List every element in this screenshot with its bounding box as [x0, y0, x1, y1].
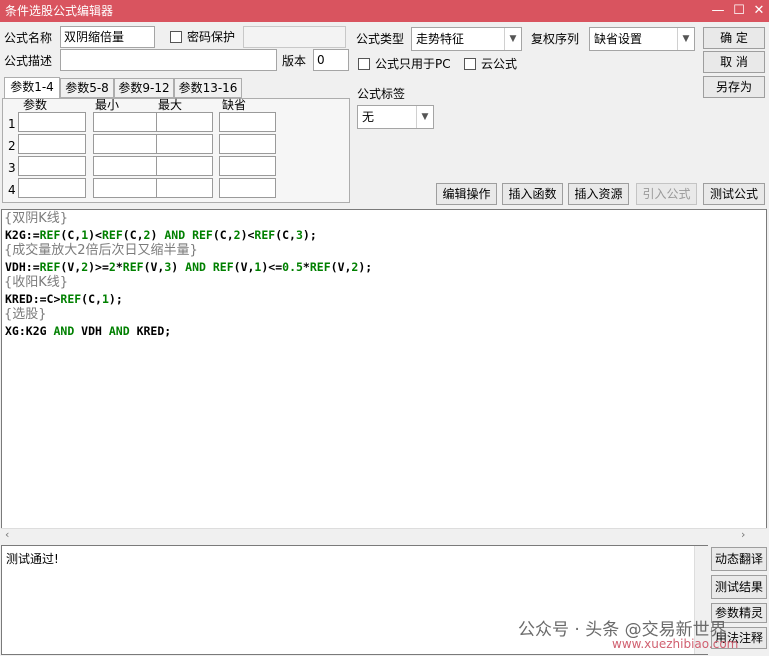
- ok-button[interactable]: 确 定: [703, 27, 765, 49]
- insert-function-button[interactable]: 插入函数: [502, 183, 563, 205]
- param-min-input[interactable]: [93, 156, 161, 176]
- code-comment: {成交量放大2倍后次日又缩半量}: [4, 243, 198, 258]
- scroll-left-icon[interactable]: ‹: [5, 528, 9, 541]
- param-max-input[interactable]: [156, 112, 213, 132]
- param-row-number: 1: [8, 117, 16, 131]
- tag-label: 公式标签: [357, 87, 406, 101]
- rights-label: 复权序列: [531, 32, 580, 46]
- code-comment: {收阳K线}: [4, 275, 69, 290]
- watermark-url: www.xuezhibiao.com: [612, 637, 739, 651]
- cancel-button[interactable]: 取 消: [703, 51, 765, 73]
- minimize-button[interactable]: —: [708, 0, 728, 22]
- window-title: 条件选股公式编辑器: [5, 4, 114, 18]
- formula-name-label: 公式名称: [4, 31, 53, 45]
- param-name-input[interactable]: [18, 134, 86, 154]
- param-default-input[interactable]: [219, 112, 276, 132]
- param-name-input[interactable]: [18, 178, 86, 198]
- param-row-number: 2: [8, 139, 16, 153]
- tab-params-13-16[interactable]: 参数13-16: [174, 78, 242, 98]
- param-min-input[interactable]: [93, 134, 161, 154]
- test-result-text: 测试通过!: [6, 552, 59, 566]
- tab-params-9-12[interactable]: 参数9-12: [114, 78, 174, 98]
- maximize-button[interactable]: ☐: [729, 0, 749, 22]
- formula-type-value: 走势特征: [416, 32, 465, 46]
- import-formula-button[interactable]: 引入公式: [636, 183, 697, 205]
- edit-operation-button[interactable]: 编辑操作: [436, 183, 497, 205]
- tab-params-1-4[interactable]: 参数1-4: [4, 77, 60, 99]
- formula-desc-input[interactable]: [60, 49, 277, 71]
- code-comment: {选股}: [4, 307, 47, 322]
- dynamic-translate-button[interactable]: 动态翻译: [711, 547, 767, 571]
- insert-resource-button[interactable]: 插入资源: [568, 183, 629, 205]
- code-line: VDH:=REF(V,2)>=2*REF(V,3) AND REF(V,1)<=…: [5, 260, 373, 274]
- param-default-input[interactable]: [219, 134, 276, 154]
- pc-only-label: 公式只用于PC: [375, 57, 451, 71]
- chevron-down-icon: ▼: [677, 28, 694, 50]
- formula-type-label: 公式类型: [356, 32, 405, 46]
- cloud-checkbox[interactable]: [464, 58, 476, 70]
- param-row-number: 4: [8, 183, 16, 197]
- chevron-down-icon: ▼: [416, 106, 433, 128]
- version-label: 版本: [282, 54, 307, 68]
- param-max-input[interactable]: [156, 134, 213, 154]
- code-comment: {双阴K线}: [4, 211, 69, 226]
- param-name-input[interactable]: [18, 156, 86, 176]
- version-input[interactable]: 0: [313, 49, 349, 71]
- save-as-button[interactable]: 另存为: [703, 76, 765, 98]
- pc-only-checkbox[interactable]: [358, 58, 370, 70]
- param-header-min: 最小: [95, 98, 120, 112]
- formula-type-select[interactable]: 走势特征 ▼: [411, 27, 522, 51]
- param-name-input[interactable]: [18, 112, 86, 132]
- horizontal-scrollbar[interactable]: ‹ ›: [1, 528, 767, 542]
- param-header-default: 缺省: [222, 98, 247, 112]
- formula-desc-label: 公式描述: [4, 54, 53, 68]
- test-formula-button[interactable]: 测试公式: [703, 183, 765, 205]
- scroll-right-icon[interactable]: ›: [741, 528, 745, 541]
- code-editor[interactable]: {双阴K线} K2G:=REF(C,1)<REF(C,2) AND REF(C,…: [1, 209, 767, 539]
- password-input[interactable]: [243, 26, 346, 48]
- param-max-input[interactable]: [156, 156, 213, 176]
- title-bar: 条件选股公式编辑器: [0, 0, 769, 22]
- test-result-button[interactable]: 测试结果: [711, 575, 767, 599]
- code-line: KRED:=C>REF(C,1);: [5, 292, 123, 306]
- tab-params-5-8[interactable]: 参数5-8: [60, 78, 114, 98]
- code-line: XG:K2G AND VDH AND KRED;: [5, 324, 172, 338]
- param-row-number: 3: [8, 161, 16, 175]
- param-max-input[interactable]: [156, 178, 213, 198]
- param-default-input[interactable]: [219, 156, 276, 176]
- chevron-down-icon: ▼: [504, 28, 521, 50]
- param-min-input[interactable]: [93, 178, 161, 198]
- password-label: 密码保护: [187, 30, 236, 44]
- params-panel: 参数 最小 最大 缺省 1 2 3 4: [2, 98, 350, 203]
- tag-value: 无: [362, 110, 375, 124]
- param-min-input[interactable]: [93, 112, 161, 132]
- param-default-input[interactable]: [219, 178, 276, 198]
- formula-name-input[interactable]: 双阴缩倍量: [60, 26, 155, 48]
- param-header-name: 参数: [23, 98, 48, 112]
- code-line: K2G:=REF(C,1)<REF(C,2) AND REF(C,2)<REF(…: [5, 228, 317, 242]
- rights-select[interactable]: 缺省设置 ▼: [589, 27, 695, 51]
- rights-value: 缺省设置: [594, 32, 643, 46]
- param-header-max: 最大: [158, 98, 183, 112]
- password-checkbox[interactable]: [170, 31, 182, 43]
- tag-select[interactable]: 无 ▼: [357, 105, 434, 129]
- close-button[interactable]: ✕: [749, 0, 769, 22]
- cloud-label: 云公式: [481, 57, 518, 71]
